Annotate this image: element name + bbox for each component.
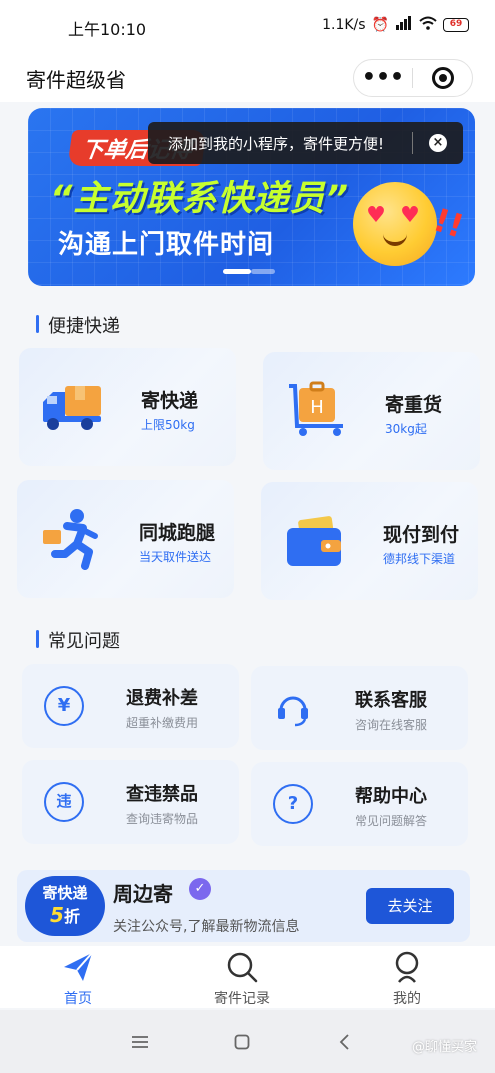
watermark: @聊懂买家 <box>411 1040 477 1055</box>
heart-eye-icon: ♥ <box>366 203 386 228</box>
target-icon <box>431 67 454 89</box>
home-square-icon[interactable] <box>222 1030 262 1054</box>
truck-icon <box>39 376 105 438</box>
status-time: 上午10:10 <box>68 20 147 39</box>
user-icon <box>357 950 457 984</box>
app-title: 寄件超级省 <box>26 68 126 92</box>
follow-official-account-card: 寄快递 5折 周边寄 ✓ 关注公众号,了解最新物流信息 去关注 <box>17 870 470 942</box>
faq-subtitle: 咨询在线客服 <box>355 718 428 732</box>
hd-signal-icon <box>395 16 413 34</box>
mini-program-capsule: ••• <box>353 59 473 97</box>
heart-eye-icon: ♥ <box>400 203 420 228</box>
section-title-faq: 常见问题 <box>36 627 120 653</box>
wifi-icon <box>419 16 437 34</box>
tab-label: 首页 <box>64 991 92 1007</box>
close-icon: × <box>429 134 447 152</box>
status-bar: 上午10:10 1.1K/s ⏰ 69 <box>0 0 495 52</box>
pagination-dot-active <box>223 269 251 274</box>
section-title-quick: 便捷快递 <box>36 312 120 338</box>
more-dots-icon[interactable]: ••• <box>354 63 412 93</box>
service-title: 现付到付 <box>383 524 460 546</box>
wallet-icon <box>281 510 347 572</box>
help-icon: ? <box>273 784 313 824</box>
faq-title: 帮助中心 <box>355 786 427 807</box>
heart-eyes-emoji-icon: ♥ ♥ <box>353 182 437 266</box>
search-icon <box>192 950 292 984</box>
status-icons: 1.1K/s ⏰ 69 <box>322 16 469 34</box>
menu-icon[interactable] <box>120 1030 160 1054</box>
banner-pagination <box>223 269 275 274</box>
alarm-icon: ⏰ <box>371 17 389 33</box>
banner-subline: 沟通上门取件时间 <box>58 230 275 260</box>
paper-plane-icon <box>28 950 128 984</box>
runner-icon <box>37 508 103 570</box>
tab-mine[interactable]: 我的 <box>357 950 457 1008</box>
service-card-heavy[interactable]: H 寄重货 30kg起 <box>263 352 480 470</box>
service-subtitle: 上限50kg <box>141 418 195 432</box>
service-card-payment[interactable]: 现付到付 德邦线下渠道 <box>261 482 478 600</box>
faq-title: 查违禁品 <box>126 784 198 805</box>
badge-number: 5 <box>50 903 64 927</box>
headset-icon <box>273 688 313 728</box>
tooltip-text: 添加到我的小程序，寄件更方便! <box>168 134 385 153</box>
verified-icon: ✓ <box>189 878 211 900</box>
account-description: 关注公众号,了解最新物流信息 <box>113 919 300 935</box>
service-title: 寄重货 <box>385 394 443 416</box>
cart-icon: H <box>283 380 349 442</box>
faq-subtitle: 常见问题解答 <box>355 814 428 828</box>
faq-subtitle: 超重补缴费用 <box>126 716 199 730</box>
yen-refund-icon: ¥ <box>44 686 84 726</box>
service-card-errand[interactable]: 同城跑腿 当天取件送达 <box>17 480 234 598</box>
tooltip-close-button[interactable]: × <box>413 134 463 152</box>
faq-card-service[interactable]: 联系客服 咨询在线客服 <box>251 666 468 750</box>
badge-unit: 折 <box>63 907 80 926</box>
faq-card-prohibited[interactable]: 违 查违禁品 查询违寄物品 <box>22 760 239 844</box>
service-title: 寄快递 <box>141 390 199 412</box>
faq-title: 退费补差 <box>126 688 198 709</box>
add-mini-program-tooltip: 添加到我的小程序，寄件更方便! × <box>148 122 463 164</box>
system-nav-bar: @聊懂买家 <box>0 1010 495 1073</box>
discount-badge: 寄快递 5折 <box>25 876 105 936</box>
account-name: 周边寄 <box>113 882 173 906</box>
bottom-tab-bar: 首页 寄件记录 我的 <box>0 946 495 1008</box>
pagination-dot <box>251 269 275 274</box>
close-program-button[interactable] <box>413 67 472 89</box>
tab-home[interactable]: 首页 <box>28 950 128 1008</box>
badge-title: 寄快递 <box>42 884 88 902</box>
service-subtitle: 当天取件送达 <box>139 550 212 564</box>
tab-records[interactable]: 寄件记录 <box>192 950 292 1008</box>
faq-card-help[interactable]: ? 帮助中心 常见问题解答 <box>251 762 468 846</box>
back-chevron-icon[interactable] <box>324 1030 364 1054</box>
faq-title: 联系客服 <box>355 690 427 711</box>
battery-icon: 69 <box>443 18 469 32</box>
service-title: 同城跑腿 <box>139 522 216 544</box>
prohibited-icon: 违 <box>44 782 84 822</box>
tab-label: 寄件记录 <box>214 991 270 1007</box>
faq-subtitle: 查询违寄物品 <box>126 812 199 826</box>
tab-label: 我的 <box>393 991 421 1007</box>
banner-headline: “主动联系快递员” <box>50 179 350 219</box>
follow-button[interactable]: 去关注 <box>366 888 454 924</box>
service-card-express[interactable]: 寄快递 上限50kg <box>19 348 236 466</box>
faq-card-refund[interactable]: ¥ 退费补差 超重补缴费用 <box>22 664 239 748</box>
emoji-mouth <box>383 234 407 246</box>
title-bar: 寄件超级省 ••• <box>0 52 495 102</box>
network-speed: 1.1K/s <box>322 17 366 33</box>
badge-discount: 5折 <box>25 903 105 927</box>
service-subtitle: 德邦线下渠道 <box>383 552 456 566</box>
svg-text:H: H <box>310 397 324 418</box>
service-subtitle: 30kg起 <box>385 422 427 436</box>
